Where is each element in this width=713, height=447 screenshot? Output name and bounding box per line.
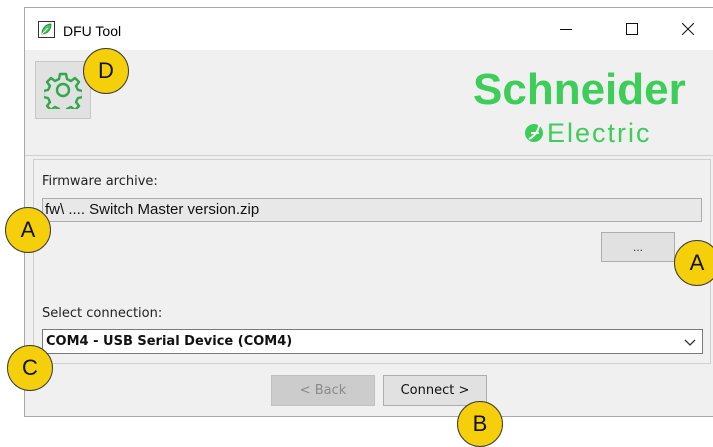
minimize-icon [560,29,572,30]
app-icon [38,21,55,38]
callout-badge-a-left: A [5,207,51,253]
header-separator [25,155,713,156]
window-title: DFU Tool [63,23,122,39]
browse-button[interactable]: ... [601,232,675,262]
logo-brand-bottom: Electric [547,118,652,148]
maximize-button[interactable] [609,8,655,50]
logo-brand-top: Schneider [473,66,686,114]
chevron-down-icon [684,339,696,346]
close-button[interactable] [665,8,711,50]
back-button[interactable]: < Back [271,375,375,406]
gear-icon [44,72,82,109]
select-connection-label: Select connection: [42,306,163,321]
callout-badge-d: D [83,48,129,94]
firmware-archive-label: Firmware archive: [42,174,158,189]
firmware-archive-field[interactable]: fw\ .... Switch Master version.zip [42,198,702,222]
connection-selected-value: COM4 - USB Serial Device (COM4) [46,334,293,349]
callout-badge-b: B [457,401,503,447]
title-bar: DFU Tool [25,8,713,50]
connection-select[interactable]: COM4 - USB Serial Device (COM4) [42,329,703,354]
callout-badge-a-right: A [674,240,713,286]
schneider-electric-logo: Schneider Electric [473,66,686,148]
minimize-button[interactable] [543,8,589,50]
close-icon [682,23,694,35]
callout-badge-c: C [7,345,53,391]
maximize-icon [626,23,638,35]
